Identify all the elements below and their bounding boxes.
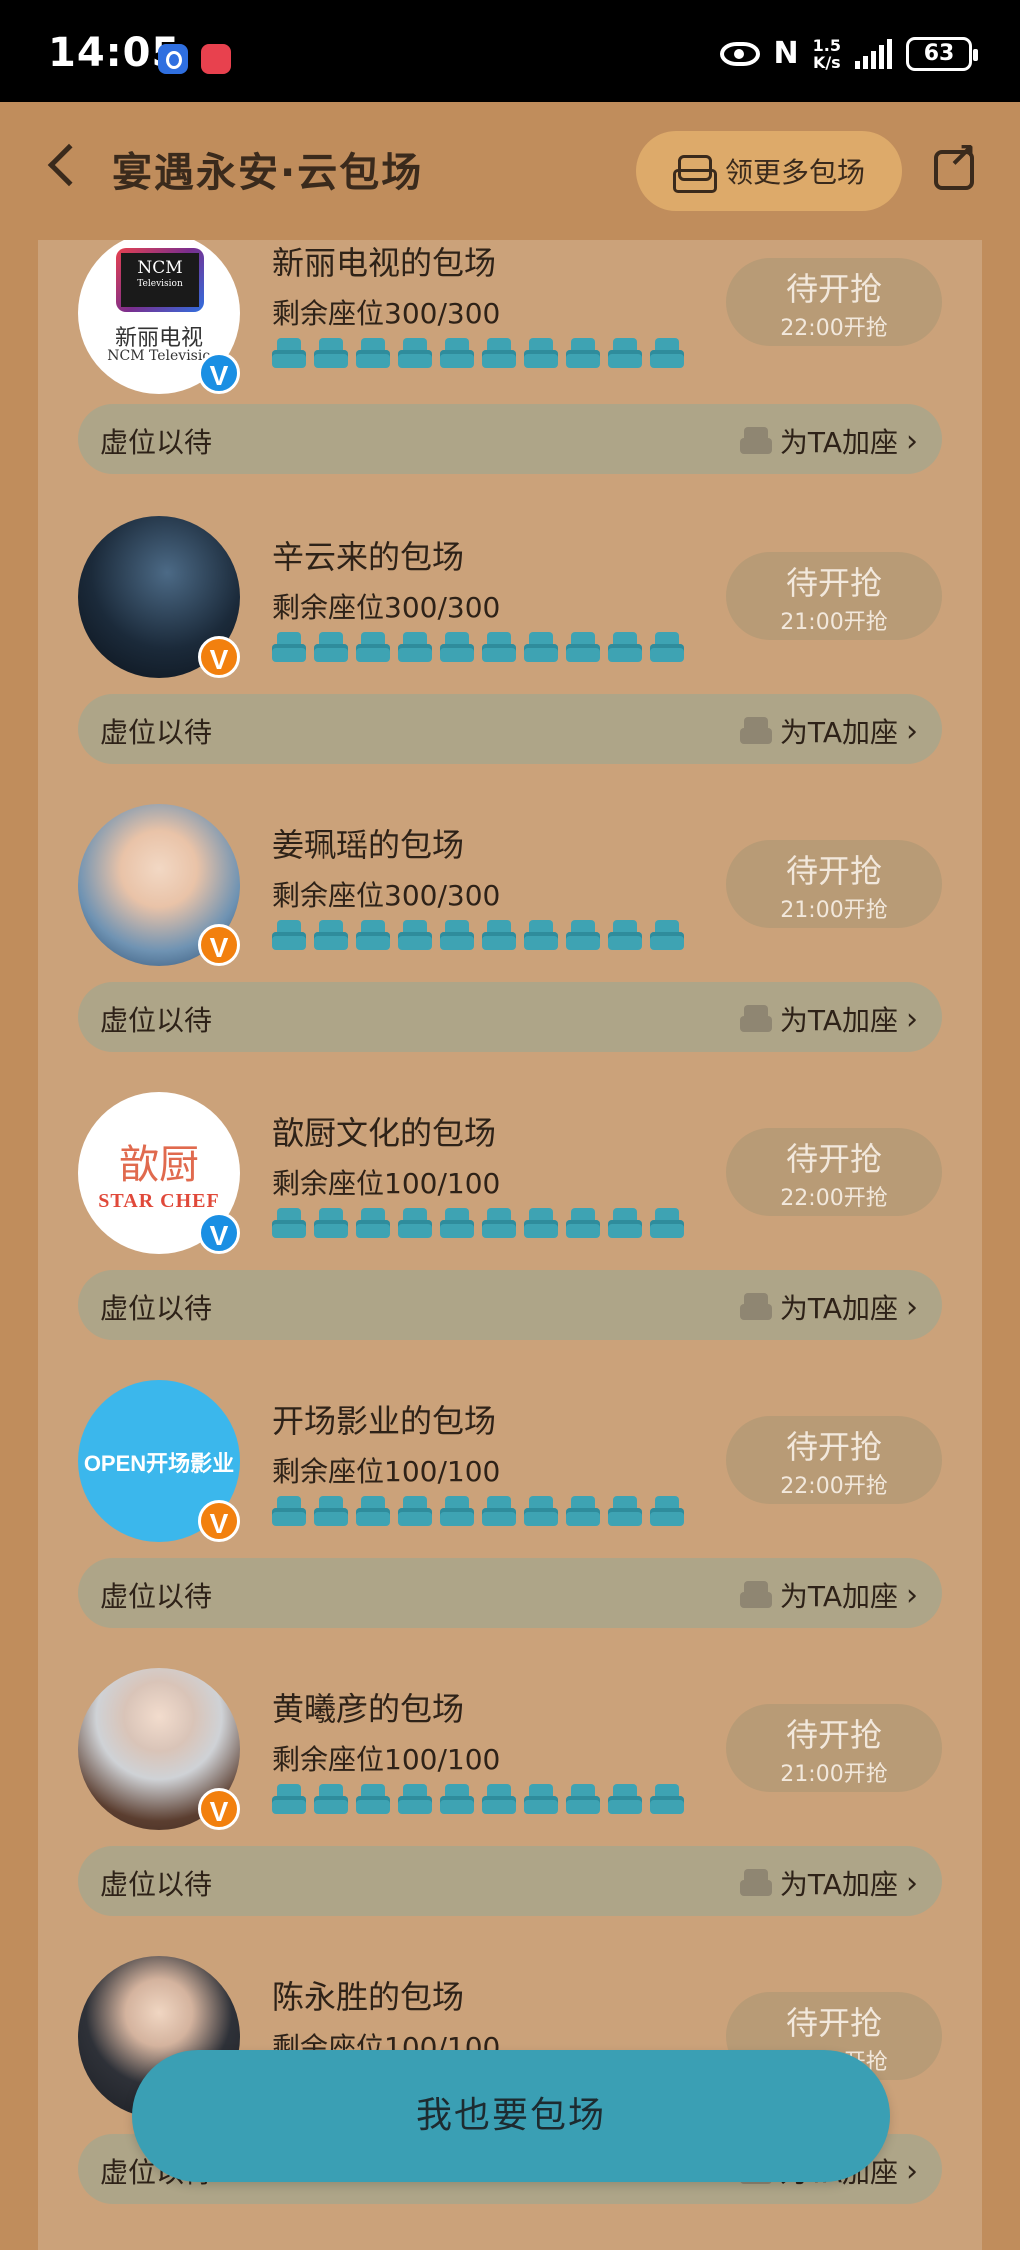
wait-label: 虚位以待 [100, 1580, 213, 1613]
grab-status-button[interactable]: 待开抢 21:00开抢 [726, 840, 942, 928]
sofa-icon [739, 1869, 772, 1897]
chevron-right-icon: › [906, 1289, 918, 1325]
page-title: 宴遇永安·云包场 [112, 150, 424, 196]
chevron-right-icon: › [906, 1577, 918, 1613]
eye-icon [719, 41, 760, 66]
verified-badge-icon: V [198, 1212, 240, 1254]
grab-status-button[interactable]: 待开抢 22:00开抢 [726, 1416, 942, 1504]
app-notification-icon-2 [201, 44, 231, 74]
chevron-right-icon: › [906, 1865, 918, 1901]
session-card: NCM Television 新丽电视 NCM Televisio V 新丽电视的… [38, 240, 982, 516]
chevron-right-icon: › [906, 2153, 918, 2189]
grab-status-button[interactable]: 待开抢 21:00开抢 [726, 552, 942, 640]
seat-count: 剩余座位100/100 [272, 1455, 501, 1488]
sofa-icon [739, 1581, 772, 1609]
session-title: 陈永胜的包场 [272, 1978, 465, 2016]
more-sessions-button[interactable]: 领更多包场 [636, 131, 902, 211]
wait-bar: 虚位以待 为TA加座 › [78, 982, 942, 1052]
sofa-icon [739, 1293, 772, 1321]
seat-icons [272, 920, 684, 950]
grab-status-button[interactable]: 待开抢 22:00开抢 [726, 258, 942, 346]
session-card: V 姜珮瑶的包场 剩余座位300/300 待开抢 21:00开抢 虚位以待 为T… [38, 804, 982, 1092]
session-title: 辛云来的包场 [272, 538, 465, 576]
seat-count: 剩余座位300/300 [272, 591, 501, 624]
seat-icons [272, 1496, 684, 1526]
wait-label: 虚位以待 [100, 1292, 213, 1325]
chevron-right-icon: › [906, 713, 918, 749]
seat-count: 剩余座位300/300 [272, 879, 501, 912]
verified-badge-icon: V [198, 636, 240, 678]
sofa-icon [739, 1005, 772, 1033]
signal-icon [855, 38, 892, 69]
wait-bar: 虚位以待 为TA加座 › [78, 1846, 942, 1916]
wait-label: 虚位以待 [100, 426, 213, 459]
session-card: 歆厨 STAR CHEF V 歆厨文化的包场 剩余座位100/100 待开抢 2… [38, 1092, 982, 1380]
session-title: 黄曦彦的包场 [272, 1690, 465, 1728]
verified-badge-icon: V [198, 352, 240, 394]
status-bar: 14:05 N 1.5 K/s 63 [0, 0, 1020, 102]
add-seat-link[interactable]: 为TA加座 › [739, 1287, 918, 1327]
share-icon[interactable] [934, 136, 977, 190]
session-card: OPEN开场影业 V 开场影业的包场 剩余座位100/100 待开抢 22:00… [38, 1380, 982, 1668]
chevron-right-icon: › [906, 423, 918, 459]
grab-status-button[interactable]: 待开抢 22:00开抢 [726, 1128, 942, 1216]
sofa-icon [739, 717, 772, 745]
wait-bar: 虚位以待 为TA加座 › [78, 1558, 942, 1628]
ncm-logo: NCM Television [116, 248, 204, 312]
app-notification-icon [158, 44, 188, 74]
sofa-icon [672, 155, 717, 193]
status-icons: N 1.5 K/s 63 [719, 35, 978, 72]
wait-bar: 虚位以待 为TA加座 › [78, 694, 942, 764]
add-seat-link[interactable]: 为TA加座 › [739, 1863, 918, 1903]
seat-icons [272, 632, 684, 662]
add-seat-link[interactable]: 为TA加座 › [739, 1575, 918, 1615]
chevron-right-icon: › [906, 1001, 918, 1037]
session-title: 新丽电视的包场 [272, 244, 497, 282]
session-list[interactable]: NCM Television 新丽电视 NCM Televisio V 新丽电视的… [38, 240, 982, 2250]
verified-badge-icon: V [198, 1500, 240, 1542]
add-seat-link[interactable]: 为TA加座 › [739, 711, 918, 751]
battery-icon: 63 [906, 36, 978, 71]
network-speed: 1.5 K/s [812, 35, 841, 72]
create-session-button[interactable]: 我也要包场 [132, 2050, 890, 2182]
verified-badge-icon: V [198, 924, 240, 966]
wait-label: 虚位以待 [100, 1868, 213, 1901]
seat-count: 剩余座位100/100 [272, 1167, 501, 1200]
seat-icons [272, 1208, 684, 1238]
wait-label: 虚位以待 [100, 716, 213, 749]
wait-bar: 虚位以待 为TA加座 › [78, 1270, 942, 1340]
wait-bar: 虚位以待 为TA加座 › [78, 404, 942, 474]
session-title: 歆厨文化的包场 [272, 1114, 497, 1152]
wait-label: 虚位以待 [100, 1004, 213, 1037]
session-title: 开场影业的包场 [272, 1402, 497, 1440]
verified-badge-icon: V [198, 1788, 240, 1830]
more-sessions-label: 领更多包场 [724, 156, 865, 189]
seat-count: 剩余座位300/300 [272, 297, 501, 330]
grab-status-button[interactable]: 待开抢 21:00开抢 [726, 1704, 942, 1792]
nfc-icon: N [773, 36, 799, 71]
add-seat-link[interactable]: 为TA加座 › [739, 999, 918, 1039]
seat-count: 剩余座位100/100 [272, 1743, 501, 1776]
session-card: V 黄曦彦的包场 剩余座位100/100 待开抢 21:00开抢 虚位以待 为T… [38, 1668, 982, 1956]
add-seat-link[interactable]: 为TA加座 › [739, 421, 918, 461]
session-title: 姜珮瑶的包场 [272, 826, 465, 864]
seat-icons [272, 338, 684, 368]
session-card: V 辛云来的包场 剩余座位300/300 待开抢 21:00开抢 虚位以待 为T… [38, 516, 982, 804]
seat-icons [272, 1784, 684, 1814]
sofa-icon [739, 427, 772, 455]
